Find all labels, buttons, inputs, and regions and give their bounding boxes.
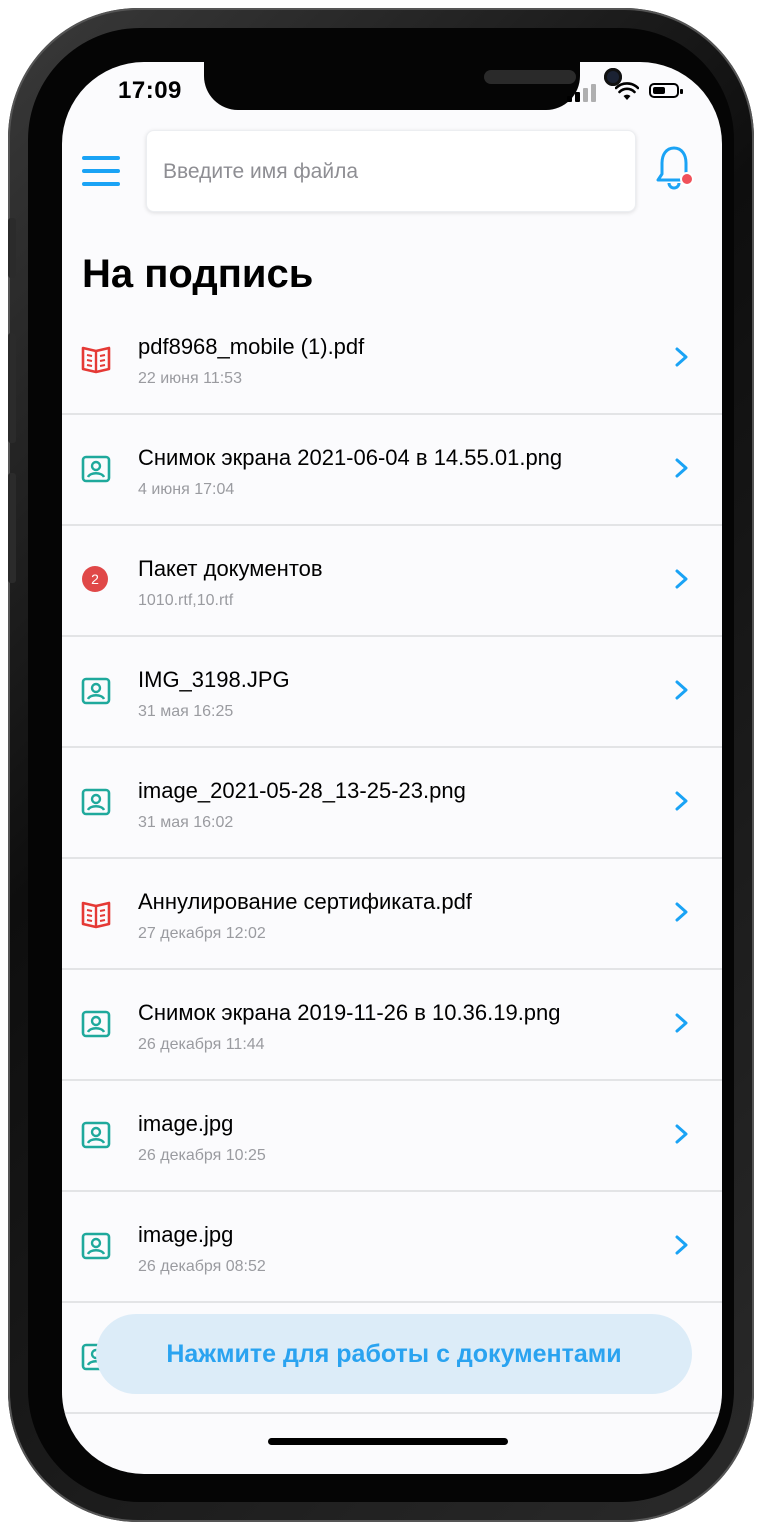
pdf-book-icon (81, 346, 111, 374)
document-date: 4 июня 17:04 (138, 481, 235, 498)
home-indicator[interactable] (268, 1438, 508, 1445)
image-file-icon (81, 677, 111, 705)
document-name: Снимок экрана 2021-06-04 в 14.55.01.png (138, 445, 563, 470)
menu-button[interactable] (82, 156, 120, 188)
document-date: 22 июня 11:53 (138, 370, 242, 387)
document-name: image.jpg (138, 1222, 234, 1247)
document-list: pdf8968_mobile (1).pdf 22 июня 11:53 Сни… (62, 304, 722, 1414)
status-time: 17:09 (118, 77, 182, 104)
mute-switch (8, 218, 16, 278)
app-screen: 17:09 На подпись pdf8968_m (62, 62, 722, 1474)
document-name: Аннулирование сертификата.pdf (138, 889, 472, 914)
volume-down-button (8, 473, 16, 583)
count-badge: 2 (82, 566, 108, 592)
notch (204, 62, 622, 110)
document-date: 27 декабря 12:02 (138, 925, 266, 942)
search-field[interactable] (146, 130, 636, 212)
chevron-right-icon (675, 680, 688, 700)
chevron-right-icon (675, 1235, 688, 1255)
document-name: image.jpg (138, 1111, 234, 1136)
document-name: Пакет документов (138, 556, 323, 581)
image-file-icon (81, 1121, 111, 1149)
document-date: 26 декабря 10:25 (138, 1147, 266, 1164)
work-with-documents-button[interactable]: Нажмите для работы с документами (96, 1314, 692, 1394)
document-date: 26 декабря 11:44 (138, 1036, 265, 1053)
document-name: image_2021-05-28_13-25-23.png (138, 778, 466, 803)
chevron-right-icon (675, 791, 688, 811)
document-name: pdf8968_mobile (1).pdf (138, 334, 365, 359)
chevron-right-icon (675, 1013, 688, 1033)
pdf-book-icon (81, 901, 111, 929)
document-row[interactable]: Снимок экрана 2021-06-04 в 14.55.01.png … (62, 415, 722, 526)
image-file-icon (81, 455, 111, 483)
chevron-right-icon (675, 569, 688, 589)
document-row[interactable]: image_2021-05-28_13-25-23.png 31 мая 16:… (62, 748, 722, 859)
document-date: 26 декабря 08:52 (138, 1258, 266, 1275)
chevron-right-icon (675, 1124, 688, 1144)
image-file-icon (81, 1232, 111, 1260)
signal-icon (567, 84, 601, 102)
document-name: IMG_3198.JPG (138, 667, 290, 692)
document-row[interactable]: 2 Пакет документов 1010.rtf,10.rtf (62, 526, 722, 637)
document-row[interactable]: Аннулирование сертификата.pdf 27 декабря… (62, 859, 722, 970)
image-file-icon (81, 788, 111, 816)
document-files: 1010.rtf,10.rtf (138, 592, 234, 609)
document-row[interactable]: Снимок экрана 2019-11-26 в 10.36.19.png … (62, 970, 722, 1081)
document-row[interactable]: pdf8968_mobile (1).pdf 22 июня 11:53 (62, 304, 722, 415)
notification-bell-icon[interactable] (654, 144, 694, 194)
image-file-icon (81, 1010, 111, 1038)
status-indicators (567, 80, 697, 104)
search-input[interactable] (161, 153, 625, 191)
document-date: 31 мая 16:25 (138, 703, 234, 720)
chevron-right-icon (675, 347, 688, 367)
chevron-right-icon (675, 902, 688, 922)
document-name: Снимок экрана 2019-11-26 в 10.36.19.png (138, 1000, 561, 1025)
earpiece-speaker (484, 70, 576, 84)
chevron-right-icon (675, 458, 688, 478)
document-row[interactable]: image.jpg 26 декабря 10:25 (62, 1081, 722, 1192)
document-date: 31 мая 16:02 (138, 814, 234, 831)
document-row[interactable]: image.jpg 26 декабря 08:52 (62, 1192, 722, 1303)
wifi-icon (615, 82, 639, 100)
volume-up-button (8, 333, 16, 443)
battery-icon (649, 83, 683, 98)
page-title: На подпись (82, 252, 314, 296)
document-row[interactable]: IMG_3198.JPG 31 мая 16:25 (62, 637, 722, 748)
